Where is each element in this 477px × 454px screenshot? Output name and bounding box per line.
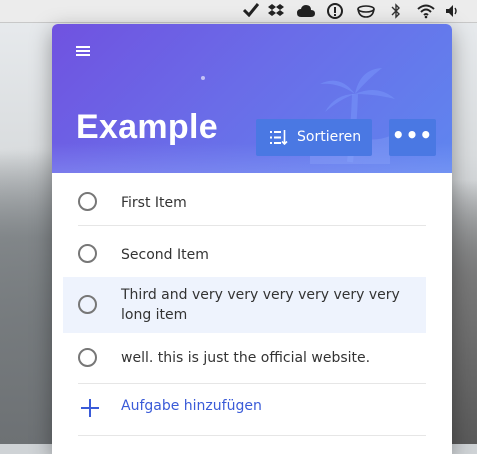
add-task-row[interactable]: Aufgabe hinzufügen — [63, 384, 426, 436]
row-divider — [78, 225, 426, 226]
task-row[interactable]: First Item — [63, 177, 426, 226]
task-row[interactable]: well. this is just the official website. — [63, 335, 426, 384]
volume-icon[interactable] — [444, 3, 462, 19]
add-task-label: Aufgabe hinzufügen — [121, 398, 262, 414]
sort-button[interactable]: Sortieren — [256, 119, 372, 156]
sort-icon — [270, 130, 288, 145]
list-title: Example — [76, 108, 218, 146]
row-divider — [78, 435, 426, 436]
task-complete-checkbox[interactable] — [78, 244, 97, 263]
todo-popup-window: Example Sortieren ••• First Item Second … — [52, 24, 452, 454]
checkmark-icon[interactable] — [242, 3, 260, 19]
task-complete-checkbox[interactable] — [78, 192, 97, 211]
more-options-button[interactable]: ••• — [389, 119, 436, 156]
plus-icon — [81, 399, 99, 417]
task-title: Third and very very very very very very … — [121, 287, 400, 323]
task-row-selected[interactable]: Third and very very very very very very … — [63, 277, 426, 333]
task-title: Second Item — [121, 247, 209, 263]
list-header-banner: Example Sortieren ••• — [52, 24, 452, 173]
bluetooth-icon[interactable] — [389, 3, 403, 19]
task-title: well. this is just the official website. — [121, 350, 371, 366]
task-complete-checkbox[interactable] — [78, 295, 97, 314]
desktop-rock-left — [0, 150, 60, 444]
task-title: First Item — [121, 195, 187, 211]
dropbox-icon[interactable] — [266, 3, 286, 19]
wifi-icon[interactable] — [415, 3, 437, 19]
banner-star-decoration — [201, 76, 205, 80]
coffee-cup-icon[interactable] — [356, 3, 378, 19]
cloud-icon[interactable] — [295, 3, 317, 19]
task-row[interactable]: Second Item — [63, 229, 426, 278]
sort-button-label: Sortieren — [297, 129, 362, 145]
info-icon[interactable] — [326, 3, 344, 19]
hamburger-menu-icon[interactable] — [76, 46, 90, 58]
menu-bar — [0, 0, 477, 23]
task-complete-checkbox[interactable] — [78, 348, 97, 367]
